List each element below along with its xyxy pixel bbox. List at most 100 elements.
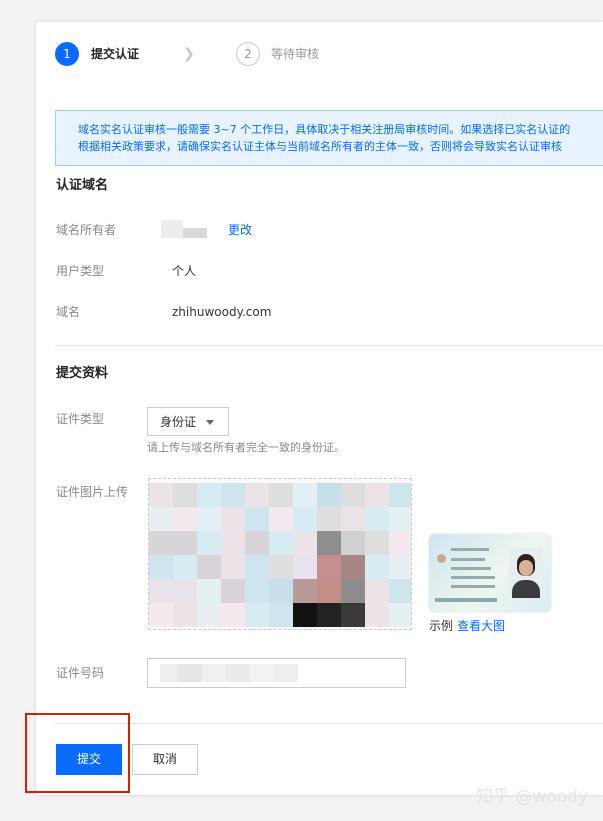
- notice-line-2: 根据相关政策要求，请确保实名认证主体与当前域名所有者的主体一致，否则将会导致实名…: [78, 140, 562, 153]
- mosaic-cell: [389, 507, 411, 531]
- mosaic-cell: [293, 603, 317, 627]
- mosaic-cell: [317, 531, 341, 555]
- mosaic-cell: [269, 531, 293, 555]
- mosaic-cell: [173, 531, 197, 555]
- mosaic-cell: [389, 555, 411, 579]
- mosaic-cell: [221, 483, 245, 507]
- mosaic-cell: [173, 555, 197, 579]
- mosaic-cell: [221, 507, 245, 531]
- upload-label: 证件图片上传: [56, 485, 129, 499]
- mosaic-cell: [365, 483, 389, 507]
- mosaic-cell: [173, 483, 197, 507]
- step-2-circle: 2: [236, 42, 260, 66]
- owner-name-blurred: [161, 220, 207, 238]
- mosaic-cell: [245, 531, 269, 555]
- mosaic-cell: [317, 483, 341, 507]
- domain-label: 域名: [56, 305, 81, 319]
- mosaic-cell: [245, 603, 269, 627]
- mosaic-cell: [197, 531, 221, 555]
- mosaic-cell: [197, 579, 221, 603]
- mosaic-cell: [245, 579, 269, 603]
- notice-banner: 域名实名认证审核一般需要 3~7 个工作日，具体取决于相关注册局审核时间。如果选…: [55, 110, 603, 166]
- mosaic-cell: [341, 507, 365, 531]
- highlight-box: [25, 713, 130, 793]
- mosaic-cell: [221, 555, 245, 579]
- mosaic-cell: [317, 603, 341, 627]
- chevron-right-icon: ❯: [183, 46, 195, 62]
- sample-id-image[interactable]: [429, 534, 551, 612]
- mosaic-cell: [341, 483, 365, 507]
- mosaic-cell: [197, 555, 221, 579]
- watermark: 知乎 @woody: [476, 787, 588, 807]
- mosaic-cell: [149, 555, 173, 579]
- mosaic-cell: [149, 603, 173, 627]
- mosaic-cell: [365, 507, 389, 531]
- submit-section-title: 提交资料: [56, 366, 109, 381]
- mosaic-cell: [197, 603, 221, 627]
- mosaic-cell: [389, 483, 411, 507]
- mosaic-cell: [341, 579, 365, 603]
- mosaic-cell: [293, 507, 317, 531]
- mosaic-cell: [365, 555, 389, 579]
- mosaic-cell: [269, 555, 293, 579]
- domain-section-title: 认证域名: [56, 178, 109, 193]
- mosaic-cell: [341, 603, 365, 627]
- step-1-label: 提交认证: [91, 47, 140, 61]
- mosaic-cell: [317, 579, 341, 603]
- step-2-label: 等待审核: [271, 47, 320, 61]
- mosaic-cell: [149, 507, 173, 531]
- sample-label: 示例: [429, 619, 454, 633]
- mosaic-cell: [389, 579, 411, 603]
- caret-down-icon: [206, 420, 214, 425]
- cancel-button[interactable]: 取消: [132, 744, 198, 775]
- domain-value: zhihuwoody.com: [172, 305, 272, 319]
- mosaic-cell: [221, 531, 245, 555]
- id-image-upload[interactable]: [148, 478, 412, 630]
- verification-card: 1 提交认证 ❯ 2 等待审核 域名实名认证审核一般需要 3~7 个工作日，具体…: [36, 22, 603, 795]
- mosaic-cell: [149, 483, 173, 507]
- mosaic-cell: [197, 483, 221, 507]
- mosaic-cell: [197, 507, 221, 531]
- user-type-value: 个人: [172, 264, 197, 278]
- mosaic-cell: [365, 531, 389, 555]
- footer-divider: [55, 723, 603, 724]
- mosaic-cell: [173, 603, 197, 627]
- notice-line-1: 域名实名认证审核一般需要 3~7 个工作日，具体取决于相关注册局审核时间。如果选…: [78, 123, 571, 136]
- step-1-circle: 1: [55, 42, 79, 66]
- mosaic-cell: [149, 579, 173, 603]
- mosaic-cell: [269, 507, 293, 531]
- mosaic-cell: [365, 603, 389, 627]
- sample-portrait: [509, 548, 543, 598]
- change-owner-link[interactable]: 更改: [228, 222, 252, 238]
- mosaic-cell: [389, 531, 411, 555]
- mosaic-cell: [173, 507, 197, 531]
- mosaic-cell: [269, 483, 293, 507]
- mosaic-cell: [173, 579, 197, 603]
- mosaic-cell: [245, 555, 269, 579]
- user-type-label: 用户类型: [56, 264, 105, 278]
- cert-type-select[interactable]: 身份证: [147, 407, 229, 436]
- mosaic-cell: [341, 555, 365, 579]
- mosaic-cell: [149, 531, 173, 555]
- mosaic-cell: [317, 555, 341, 579]
- mosaic-cell: [293, 555, 317, 579]
- mosaic-cell: [221, 603, 245, 627]
- section-divider: [55, 345, 603, 346]
- mosaic-cell: [389, 603, 411, 627]
- mosaic-cell: [245, 483, 269, 507]
- mosaic-cell: [317, 507, 341, 531]
- mosaic-cell: [293, 579, 317, 603]
- mosaic-cell: [269, 603, 293, 627]
- mosaic-cell: [293, 483, 317, 507]
- cert-type-label: 证件类型: [56, 412, 105, 426]
- mosaic-cell: [245, 507, 269, 531]
- owner-label: 域名所有者: [56, 223, 117, 237]
- mosaic-cell: [341, 531, 365, 555]
- cert-type-value: 身份证: [160, 415, 197, 429]
- mosaic-cell: [221, 579, 245, 603]
- mosaic-cell: [269, 579, 293, 603]
- id-number-input[interactable]: [147, 658, 406, 688]
- mosaic-cell: [293, 531, 317, 555]
- id-number-label: 证件号码: [56, 666, 105, 680]
- view-large-link[interactable]: 查看大图: [457, 618, 505, 634]
